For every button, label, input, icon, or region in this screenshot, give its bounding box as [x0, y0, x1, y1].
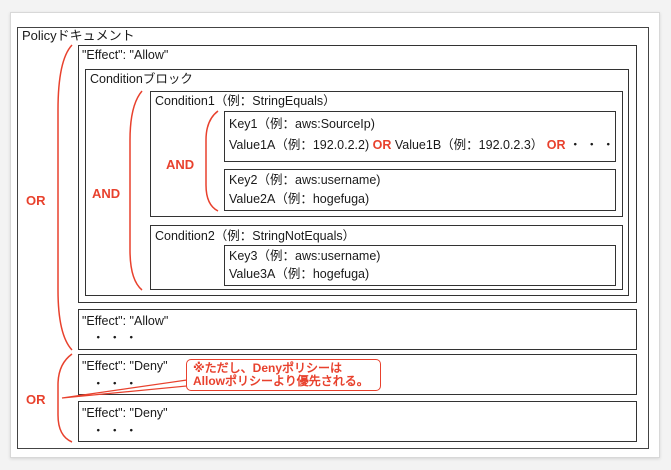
or-top-label: OR	[26, 193, 46, 208]
and-outer-label: AND	[92, 186, 121, 201]
ellipsis-dots: ・・・	[569, 138, 619, 152]
value2a-label: Value2A（例：hogefuga)	[229, 192, 370, 206]
effect-allow-label-2: "Effect": "Allow"	[82, 314, 169, 328]
effect-allow-label-1: "Effect": "Allow"	[82, 48, 169, 62]
effect-deny-dots-2: ・・・	[92, 424, 142, 438]
policy-document-title: Policyドキュメント	[22, 28, 135, 43]
effect-allow-dots-2: ・・・	[92, 331, 142, 345]
and-inner-label: AND	[166, 157, 195, 172]
condition2-title: Condition2（例：StringNotEquals）	[155, 229, 356, 243]
effect-deny-dots-1: ・・・	[92, 377, 142, 391]
or-bottom-label: OR	[26, 392, 46, 407]
or-label-1: OR	[372, 138, 392, 152]
deny-priority-callout: ※ただし、Denyポリシーは Allowポリシーより優先される。	[186, 359, 381, 391]
value1-row: Value1A（例：192.0.2.2) OR Value1B（例：192.0.…	[229, 138, 619, 153]
condition1-title: Condition1（例：StringEquals）	[155, 94, 336, 108]
value1a-label: Value1A（例：192.0.2.2)	[229, 138, 370, 152]
value3a-label: Value3A（例：hogefuga)	[229, 267, 370, 281]
key2-label: Key2（例：aws:username)	[229, 173, 381, 187]
effect-deny-label-2: "Effect": "Deny"	[82, 406, 168, 420]
or-label-2: OR	[546, 138, 566, 152]
value1b-label: Value1B（例：192.0.2.3）	[394, 138, 544, 152]
effect-deny-label-1: "Effect": "Deny"	[82, 359, 168, 373]
key3-label: Key3（例：aws:username)	[229, 249, 381, 263]
callout-line-2: Allowポリシーより優先される。	[193, 374, 369, 388]
condition-block-title: Conditionブロック	[90, 72, 193, 86]
key1-label: Key1（例：aws:SourceIp)	[229, 117, 375, 131]
